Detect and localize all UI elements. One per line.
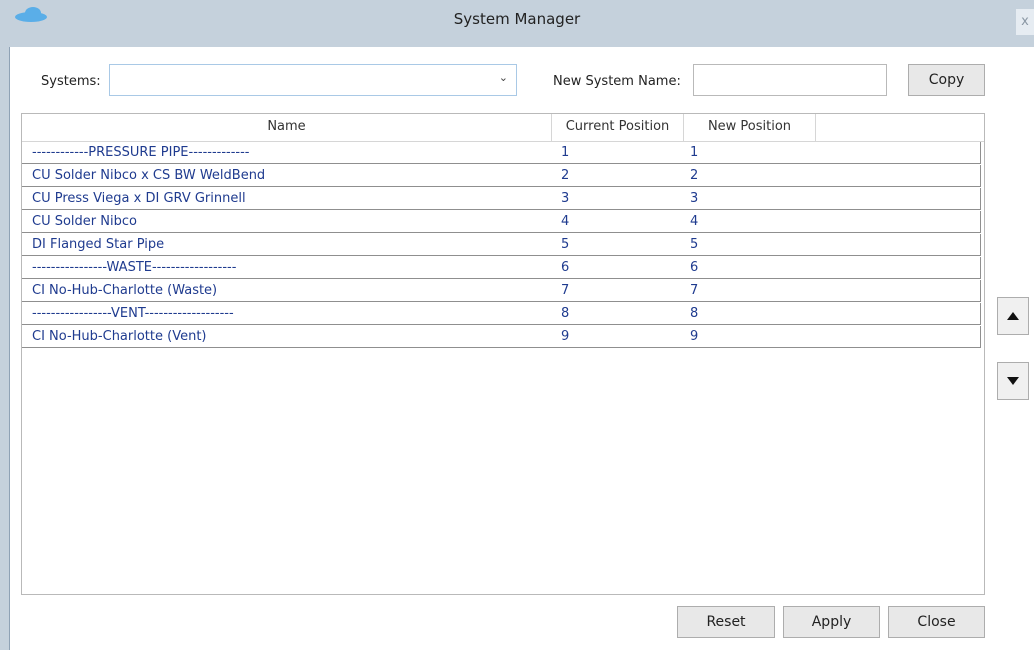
column-header-new-position[interactable]: New Position xyxy=(684,114,816,141)
row-name-cell: CU Solder Nibco x CS BW WeldBend xyxy=(32,168,266,183)
column-header-current-position[interactable]: Current Position xyxy=(552,114,684,141)
grid-header: Name Current Position New Position xyxy=(22,114,984,142)
row-current-position-cell: 7 xyxy=(561,283,570,298)
row-current-position-cell: 4 xyxy=(561,214,570,229)
row-name-cell: -----------------VENT------------------- xyxy=(32,306,234,321)
table-row[interactable]: CU Solder Nibco x CS BW WeldBend 2 2 xyxy=(22,165,981,187)
copy-button[interactable]: Copy xyxy=(908,64,985,96)
row-current-position-cell: 9 xyxy=(561,329,570,344)
close-window-button[interactable]: x xyxy=(1016,9,1034,35)
row-name-cell: CU Press Viega x DI GRV Grinnell xyxy=(32,191,246,206)
row-new-position-cell: 6 xyxy=(690,260,699,275)
row-name-cell: ----------------WASTE------------------ xyxy=(32,260,237,275)
systems-grid[interactable]: Name Current Position New Position -----… xyxy=(21,113,985,595)
row-name-cell: DI Flanged Star Pipe xyxy=(32,237,165,252)
window-frame-border xyxy=(9,47,10,650)
row-current-position-cell: 1 xyxy=(561,145,570,160)
chevron-down-icon: ⌄ xyxy=(498,71,508,84)
new-system-name-label: New System Name: xyxy=(553,74,681,89)
row-current-position-cell: 6 xyxy=(561,260,570,275)
row-name-cell: CU Solder Nibco xyxy=(32,214,137,229)
close-button[interactable]: Close xyxy=(888,606,985,638)
table-row[interactable]: CU Solder Nibco 4 4 xyxy=(22,211,981,233)
row-current-position-cell: 2 xyxy=(561,168,570,183)
row-new-position-cell: 4 xyxy=(690,214,699,229)
row-new-position-cell: 7 xyxy=(690,283,699,298)
table-row[interactable]: -----------------VENT-------------------… xyxy=(22,303,981,325)
row-new-position-cell: 9 xyxy=(690,329,699,344)
table-row[interactable]: ----------------WASTE------------------ … xyxy=(22,257,981,279)
table-row[interactable]: CI No-Hub-Charlotte (Waste) 7 7 xyxy=(22,280,981,302)
systems-dropdown[interactable]: ⌄ xyxy=(109,64,517,96)
row-current-position-cell: 8 xyxy=(561,306,570,321)
row-name-cell: ------------PRESSURE PIPE------------- xyxy=(32,145,250,160)
table-row[interactable]: ------------PRESSURE PIPE------------- 1… xyxy=(22,142,981,164)
row-new-position-cell: 2 xyxy=(690,168,699,183)
column-header-name[interactable]: Name xyxy=(22,114,552,141)
table-row[interactable]: CU Press Viega x DI GRV Grinnell 3 3 xyxy=(22,188,981,210)
systems-label: Systems: xyxy=(41,74,101,89)
triangle-up-icon xyxy=(1007,312,1019,320)
move-down-button[interactable] xyxy=(997,362,1029,400)
row-new-position-cell: 5 xyxy=(690,237,699,252)
reset-button[interactable]: Reset xyxy=(677,606,775,638)
row-current-position-cell: 3 xyxy=(561,191,570,206)
apply-button[interactable]: Apply xyxy=(783,606,880,638)
window-title: System Manager xyxy=(453,10,581,28)
row-name-cell: CI No-Hub-Charlotte (Waste) xyxy=(32,283,218,298)
move-up-button[interactable] xyxy=(997,297,1029,335)
row-new-position-cell: 1 xyxy=(690,145,699,160)
table-row[interactable]: DI Flanged Star Pipe 5 5 xyxy=(22,234,981,256)
triangle-down-icon xyxy=(1007,377,1019,385)
row-current-position-cell: 5 xyxy=(561,237,570,252)
row-new-position-cell: 8 xyxy=(690,306,699,321)
new-system-name-input[interactable] xyxy=(693,64,887,96)
row-new-position-cell: 3 xyxy=(690,191,699,206)
table-row[interactable]: CI No-Hub-Charlotte (Vent) 9 9 xyxy=(22,326,981,348)
row-name-cell: CI No-Hub-Charlotte (Vent) xyxy=(32,329,207,344)
title-bar: System Manager x xyxy=(0,0,1034,47)
